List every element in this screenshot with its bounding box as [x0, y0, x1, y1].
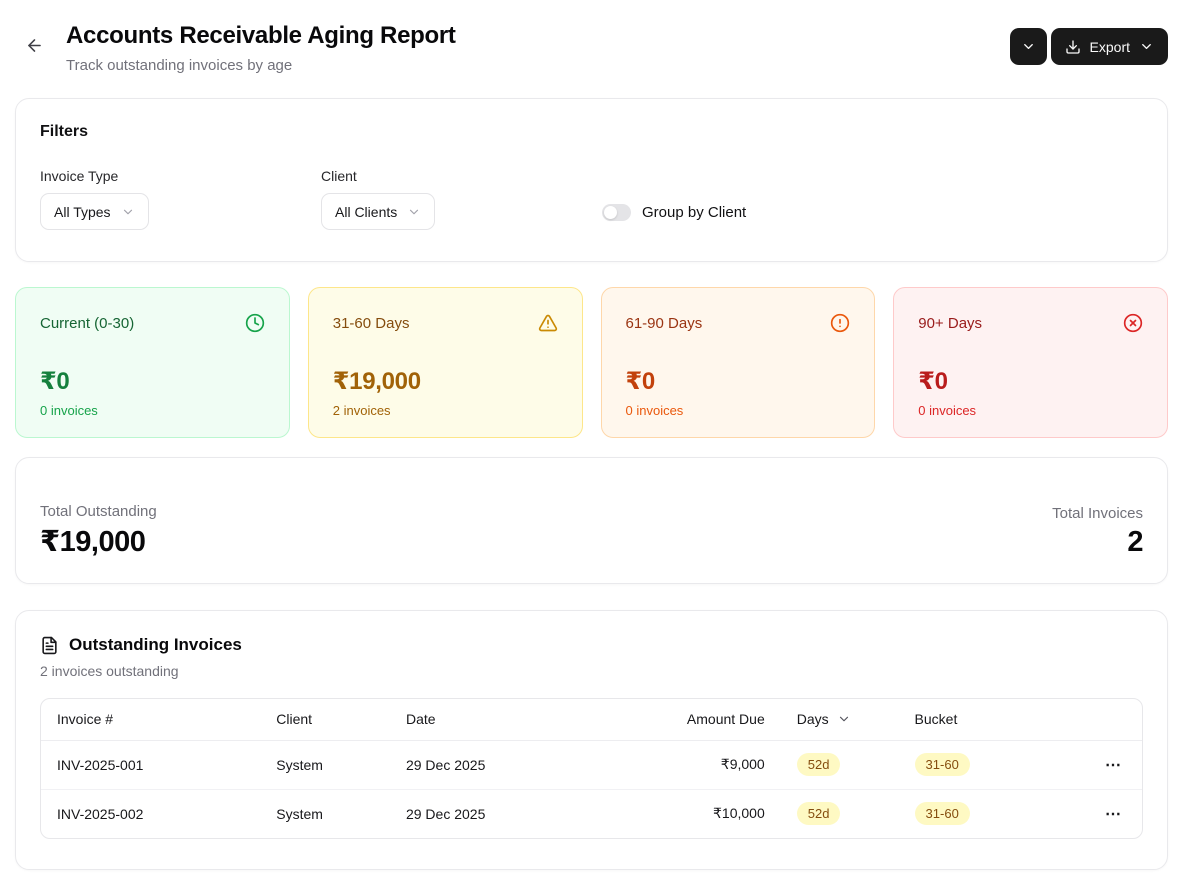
invoice-type-label: Invoice Type	[40, 168, 119, 184]
bucket-invoice-count: 2 invoices	[332, 403, 391, 418]
chevron-down-icon	[1139, 39, 1154, 54]
column-header-client: Client	[260, 699, 390, 741]
page-header: Accounts Receivable Aging Report Track o…	[15, 0, 1168, 74]
client-label: Client	[321, 168, 357, 184]
alert-circle-icon	[830, 313, 850, 333]
chevron-down-icon	[837, 712, 851, 726]
bucket-title: Current (0-30)	[40, 314, 135, 332]
bucket-amount: ₹0	[625, 368, 656, 395]
row-actions-menu-button[interactable]: ⋯	[1099, 800, 1128, 828]
invoices-section-title: Outstanding Invoices	[69, 635, 242, 654]
total-invoices-label: Total Invoices	[1052, 505, 1143, 522]
group-by-client-toggle[interactable]	[602, 204, 631, 221]
bucket-card-90-plus: 90+ Days ₹0 0 invoices	[893, 287, 1168, 438]
bucket-amount: ₹19,000	[332, 368, 421, 395]
invoice-type-select[interactable]: All Types	[40, 193, 149, 230]
export-button[interactable]: Export	[1050, 28, 1168, 65]
amount-due-cell: ₹9,000	[720, 756, 765, 772]
page-subtitle: Track outstanding invoices by age	[66, 57, 293, 74]
bucket-card-61-90: 61-90 Days ₹0 0 invoices	[600, 287, 876, 438]
chevron-down-icon	[121, 205, 135, 219]
bucket-title: 31-60 Days	[332, 314, 410, 332]
header-dropdown-button[interactable]	[1009, 28, 1047, 65]
x-circle-icon	[1123, 313, 1143, 333]
outstanding-invoices-card: Outstanding Invoices 2 invoices outstand…	[15, 610, 1168, 870]
table-row: INV-2025-001 System 29 Dec 2025 ₹9,000 5…	[41, 740, 1142, 789]
group-by-client-label: Group by Client	[642, 204, 747, 221]
column-header-date: Date	[389, 699, 631, 741]
bucket-amount: ₹0	[40, 368, 70, 395]
file-text-icon	[40, 636, 59, 655]
bucket-invoice-count: 0 invoices	[918, 403, 977, 418]
bucket-badge: 31-60	[914, 753, 970, 776]
column-header-bucket: Bucket	[898, 699, 1069, 741]
bucket-invoice-count: 0 invoices	[625, 403, 684, 418]
bucket-card-31-60: 31-60 Days ₹19,000 2 invoices	[307, 287, 583, 438]
total-outstanding-value: ₹19,000	[40, 526, 146, 558]
client-cell: System	[260, 788, 390, 838]
bucket-invoice-count: 0 invoices	[40, 403, 98, 418]
download-icon	[1065, 39, 1081, 55]
bucket-amount: ₹0	[918, 368, 948, 395]
invoices-section-subtitle: 2 invoices outstanding	[40, 663, 179, 679]
table-header-row: Invoice # Client Date Amount Due Days Bu…	[41, 699, 1142, 741]
column-header-amount-due: Amount Due	[630, 699, 781, 741]
page-title: Accounts Receivable Aging Report	[66, 22, 456, 49]
date-cell: 29 Dec 2025	[405, 756, 486, 773]
total-outstanding-label: Total Outstanding	[40, 503, 157, 520]
amount-due-cell: ₹10,000	[630, 788, 781, 838]
chevron-down-icon	[1021, 39, 1036, 54]
filters-title: Filters	[40, 123, 89, 140]
column-header-invoice: Invoice #	[41, 699, 261, 741]
alert-triangle-icon	[538, 313, 558, 333]
aging-buckets-row: Current (0-30) ₹0 0 invoices 31-60 Days …	[15, 287, 1168, 438]
days-badge: 52d	[796, 753, 841, 776]
column-header-days-sort[interactable]: Days	[797, 711, 851, 727]
client-cell: System	[276, 756, 323, 773]
bucket-title: 90+ Days	[918, 314, 983, 332]
invoice-number-cell: INV-2025-001	[57, 756, 144, 773]
invoices-table: Invoice # Client Date Amount Due Days Bu…	[40, 698, 1143, 839]
column-header-days-label: Days	[796, 711, 829, 728]
totals-card: Total Outstanding ₹19,000 Total Invoices…	[15, 457, 1168, 584]
client-value: All Clients	[335, 203, 398, 220]
chevron-down-icon	[407, 205, 421, 219]
invoice-number-cell: INV-2025-002	[41, 788, 261, 838]
invoice-type-value: All Types	[54, 203, 111, 220]
export-button-label: Export	[1089, 38, 1130, 55]
table-row: INV-2025-002 System 29 Dec 2025 ₹10,000 …	[41, 788, 1142, 838]
row-actions-menu-button[interactable]: ⋯	[1099, 751, 1128, 779]
filters-card: Filters Invoice Type All Types Client Al…	[15, 98, 1168, 262]
arrow-left-icon	[25, 36, 44, 55]
date-cell: 29 Dec 2025	[389, 788, 631, 838]
bucket-card-current: Current (0-30) ₹0 0 invoices	[15, 287, 290, 438]
client-select[interactable]: All Clients	[321, 193, 436, 230]
bucket-badge: 31-60	[914, 802, 970, 826]
back-button[interactable]	[17, 28, 51, 62]
days-badge: 52d	[796, 802, 841, 826]
clock-icon	[245, 313, 265, 333]
total-invoices-value: 2	[1127, 526, 1143, 558]
bucket-title: 61-90 Days	[625, 314, 703, 332]
ar-aging-report-page: Accounts Receivable Aging Report Track o…	[0, 0, 1183, 870]
